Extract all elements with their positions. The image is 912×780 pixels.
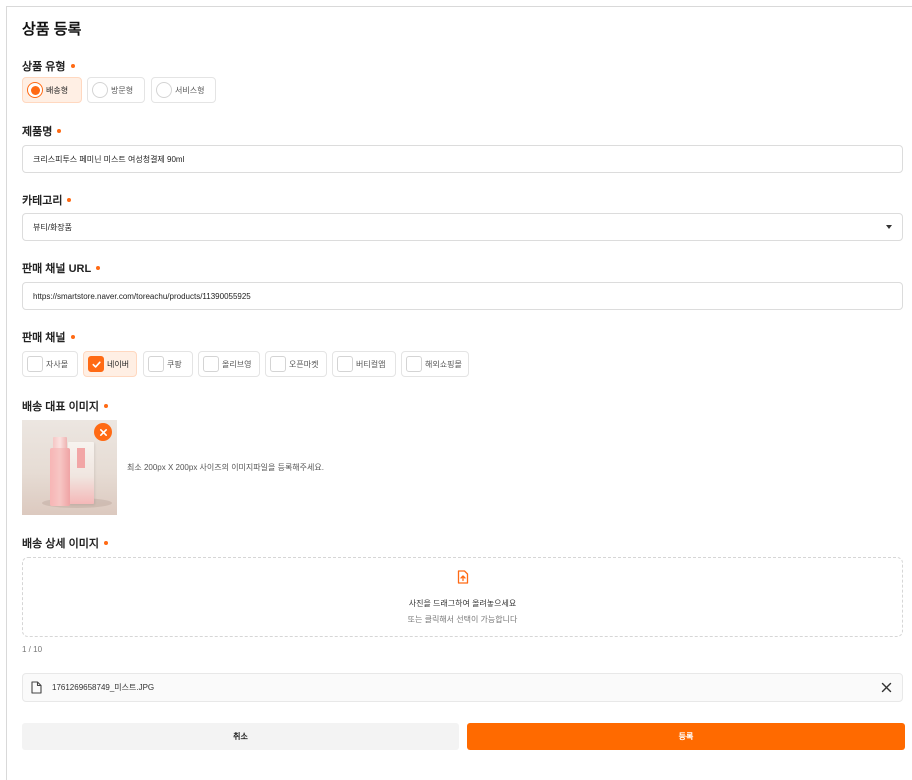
dropzone-text: 사진을 드래그하여 올려놓으세요 bbox=[408, 599, 517, 608]
product-type-label: 상품 유형 bbox=[22, 58, 75, 74]
required-dot bbox=[57, 129, 62, 134]
product-type-delivery[interactable]: 배송형 bbox=[22, 77, 82, 103]
file-name: 1761269658749_미스트.JPG bbox=[52, 683, 155, 692]
product-type-visit[interactable]: 방문형 bbox=[87, 77, 145, 103]
channel-url-label: 판매 채널 URL bbox=[22, 260, 101, 276]
check-icon bbox=[91, 360, 101, 368]
remove-image-button[interactable] bbox=[94, 423, 112, 441]
channel-naver[interactable]: 네이버 bbox=[83, 351, 137, 377]
product-box-stripe bbox=[77, 448, 85, 468]
channel-coupang[interactable]: 쿠팡 bbox=[143, 351, 193, 377]
detail-images-dropzone[interactable]: 사진을 드래그하여 올려놓으세요 또는 클릭해서 선택이 가능합니다 bbox=[22, 557, 903, 637]
file-list-item: 1761269658749_미스트.JPG bbox=[22, 673, 903, 702]
remove-file-button[interactable] bbox=[881, 682, 892, 693]
checkbox-unchecked[interactable] bbox=[270, 356, 286, 372]
required-dot bbox=[96, 266, 101, 271]
required-dot bbox=[70, 64, 75, 69]
checkbox-unchecked[interactable] bbox=[148, 356, 164, 372]
upload-file-icon bbox=[457, 570, 469, 584]
product-box bbox=[68, 442, 94, 504]
channel-own-mall[interactable]: 자사몰 bbox=[22, 351, 78, 377]
product-bottle bbox=[50, 448, 70, 506]
radio-unselected[interactable] bbox=[92, 82, 108, 98]
channel-open-market[interactable]: 오픈마켓 bbox=[265, 351, 327, 377]
file-icon bbox=[31, 681, 42, 694]
page-title: 상품 등록 bbox=[22, 21, 82, 38]
checkbox-unchecked[interactable] bbox=[337, 356, 353, 372]
checkbox-unchecked[interactable] bbox=[203, 356, 219, 372]
checkbox-unchecked[interactable] bbox=[406, 356, 422, 372]
image-count: 1 / 10 bbox=[22, 645, 43, 654]
radio-selected[interactable] bbox=[27, 82, 43, 98]
cancel-button[interactable]: 취소 bbox=[22, 723, 459, 750]
product-type-service[interactable]: 서비스형 bbox=[151, 77, 216, 103]
category-label: 카테고리 bbox=[22, 192, 72, 208]
main-image-hint: 최소 200px X 200px 사이즈의 이미지파일을 등록해주세요. bbox=[127, 463, 324, 472]
submit-button[interactable]: 등록 bbox=[467, 723, 905, 750]
required-dot bbox=[67, 198, 72, 203]
channels-label: 판매 채널 bbox=[22, 329, 75, 345]
checkbox-checked[interactable] bbox=[88, 356, 104, 372]
channel-overseas-mall[interactable]: 해외쇼핑몰 bbox=[401, 351, 469, 377]
close-icon bbox=[99, 428, 107, 436]
checkbox-unchecked[interactable] bbox=[27, 356, 43, 372]
detail-images-label: 배송 상세 이미지 bbox=[22, 535, 108, 551]
page-frame bbox=[6, 6, 912, 780]
required-dot bbox=[103, 404, 108, 409]
dropzone-subtext: 또는 클릭해서 선택이 가능합니다 bbox=[407, 615, 518, 624]
caret-down-icon bbox=[886, 225, 892, 229]
product-name-input[interactable]: 크리스피투스 페미닌 미스트 여성청결제 90ml bbox=[22, 145, 903, 173]
channel-vertical-app[interactable]: 버티컬앱 bbox=[332, 351, 396, 377]
channel-url-input[interactable]: https://smartstore.naver.com/toreachu/pr… bbox=[22, 282, 903, 310]
radio-unselected[interactable] bbox=[156, 82, 172, 98]
channel-oliveyoung[interactable]: 올리브영 bbox=[198, 351, 260, 377]
product-name-label: 제품명 bbox=[22, 123, 62, 139]
required-dot bbox=[70, 335, 75, 340]
main-image-label: 배송 대표 이미지 bbox=[22, 398, 108, 414]
required-dot bbox=[103, 541, 108, 546]
category-select[interactable]: 뷰티/화장품 bbox=[22, 213, 903, 241]
